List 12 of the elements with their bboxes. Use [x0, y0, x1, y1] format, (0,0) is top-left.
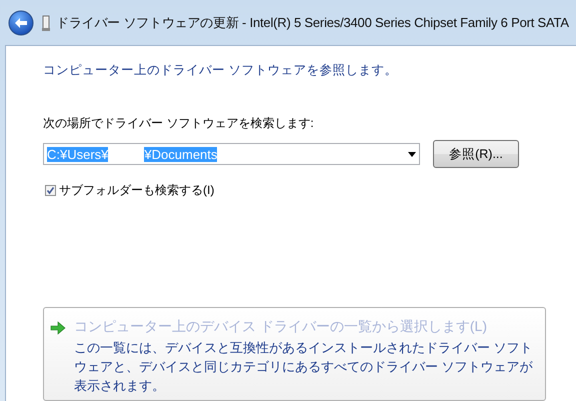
- back-button[interactable]: [8, 10, 34, 36]
- checkbox[interactable]: [45, 185, 56, 196]
- checkbox-label[interactable]: サブフォルダーも検索する(I): [59, 182, 214, 199]
- page-heading: コンピューター上のドライバー ソフトウェアを参照します。: [43, 62, 398, 79]
- command-link-description: この一覧には、デバイスと互換性があるインストールされたドライバー ソフトウェアと、デバイスと同じカテゴリにあるすべてのドライバー ソフトウェアが表示されます。: [74, 339, 534, 395]
- arrow-icon: [50, 321, 66, 335]
- caret-icon: [408, 152, 416, 156]
- device-icon: [42, 14, 50, 30]
- search-label: 次の場所でドライバー ソフトウェアを検索します:: [43, 115, 315, 132]
- browse-button[interactable]: 参照(R)...: [433, 140, 519, 168]
- window-title: ドライバー ソフトウェアの更新 - Intel(R) 5 Series/3400 Series Chipset Family 6 Port SATA: [56, 14, 569, 32]
- command-link-title: コンピューター上のデバイス ドライバーの一覧から選択します(L): [74, 318, 488, 336]
